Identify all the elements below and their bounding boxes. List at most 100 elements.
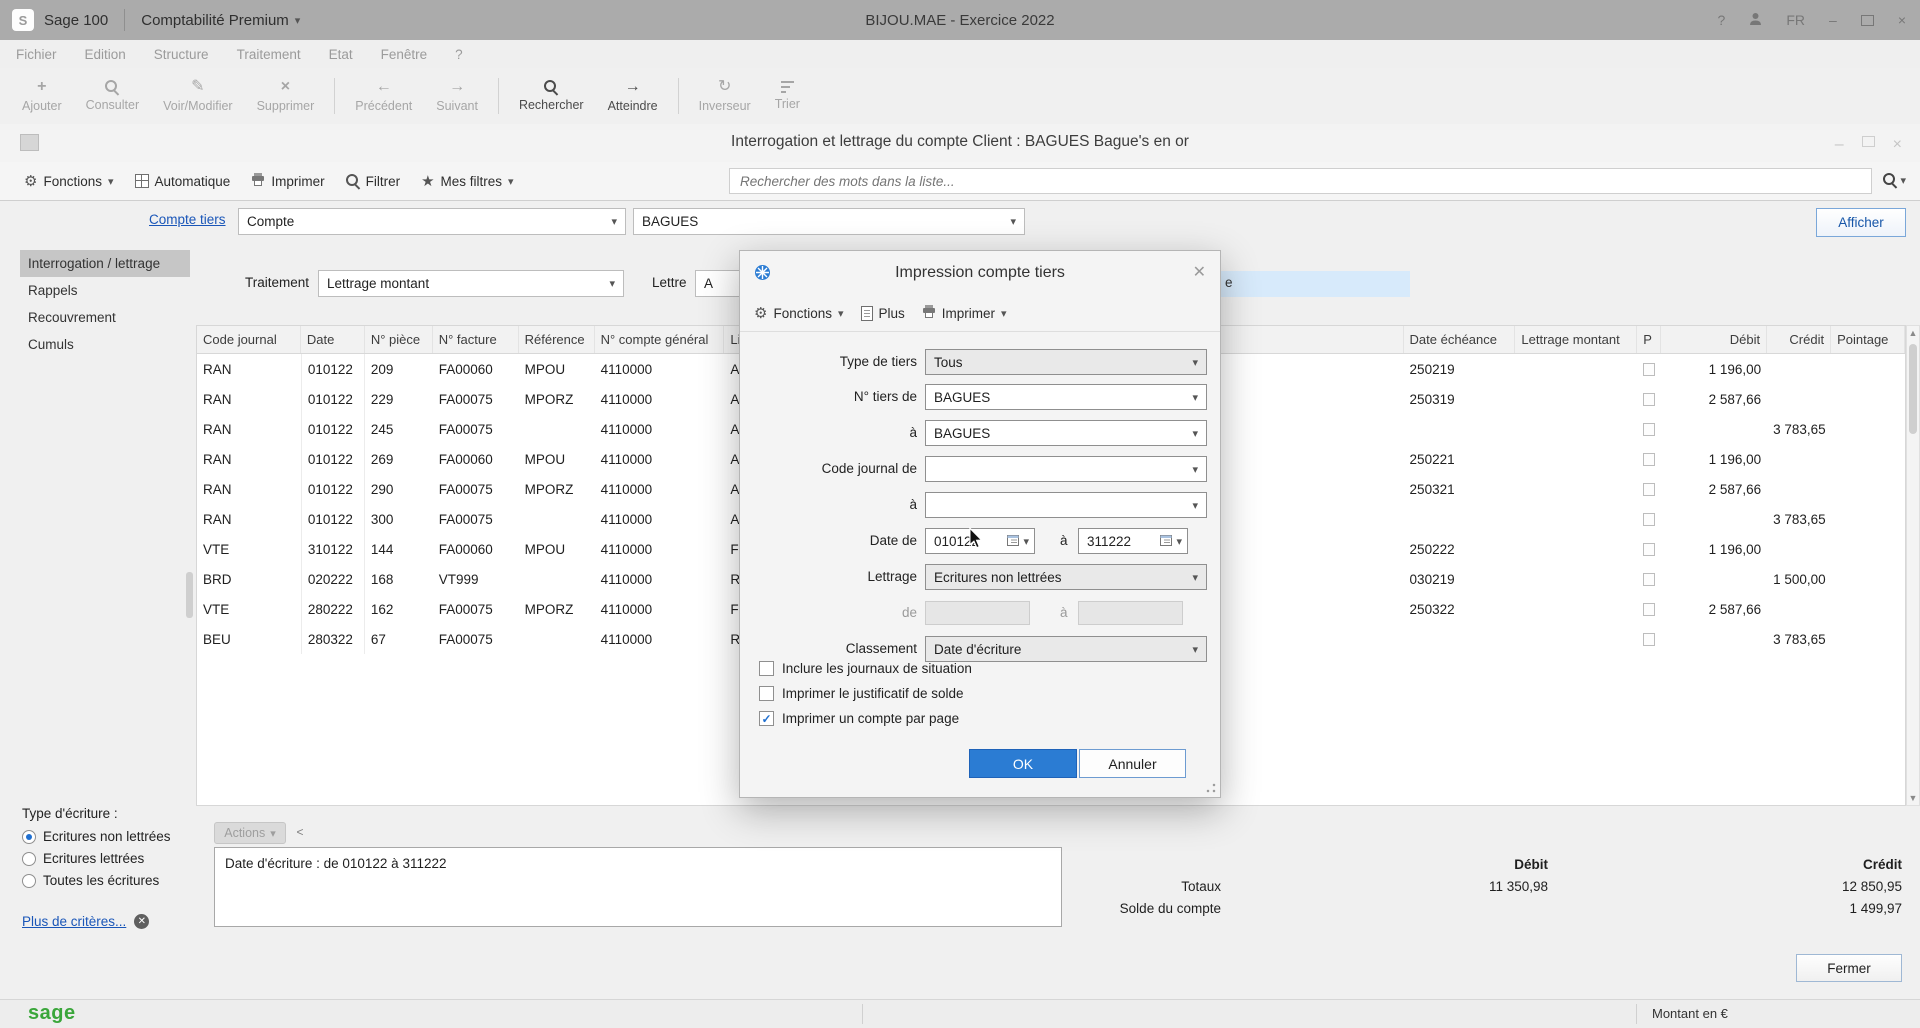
radio-toutes-les-critures[interactable]: Toutes les écritures [22, 873, 194, 888]
toolbar-pr-c-dent[interactable]: ←Précédent [343, 68, 424, 124]
checkbox-inclure-les-journaux-de-situation[interactable]: Inclure les journaux de situation [759, 661, 972, 676]
search-input[interactable] [730, 169, 1871, 193]
toolbar-inverseur[interactable]: ↻Inverseur [687, 68, 763, 124]
column-header-p[interactable]: P [1637, 326, 1661, 353]
annuler-button[interactable]: Annuler [1079, 749, 1186, 778]
automatique-button[interactable]: Automatique [135, 174, 231, 189]
close-icon[interactable]: × [1893, 136, 1902, 154]
fermer-button[interactable]: Fermer [1796, 954, 1902, 982]
tiers-a-select[interactable]: BAGUES▾ [925, 420, 1207, 446]
menu-item-fichier[interactable]: Fichier [16, 47, 57, 62]
calendar-icon[interactable] [1160, 534, 1172, 549]
column-header-n-pi-ce[interactable]: N° pièce [365, 326, 433, 353]
clear-criteria-icon[interactable]: ✕ [134, 914, 149, 929]
maximize-icon[interactable] [1862, 136, 1875, 147]
sidebar-item-cumuls[interactable]: Cumuls [20, 331, 190, 358]
actions-button[interactable]: Actions▾ [214, 822, 286, 844]
minimize-icon[interactable]: – [1835, 136, 1844, 154]
menu-item-etat[interactable]: Etat [329, 47, 353, 62]
traitement-select[interactable]: Lettrage montant▾ [318, 270, 624, 297]
account-number-select[interactable]: BAGUES▾ [633, 208, 1025, 235]
pointage-checkbox[interactable] [1643, 393, 1655, 406]
vertical-scrollbar[interactable]: ▲ ▼ [1906, 325, 1920, 806]
pointage-checkbox[interactable] [1643, 633, 1655, 646]
radio-icon[interactable] [22, 874, 36, 888]
minimize-icon[interactable]: – [1829, 12, 1837, 28]
close-icon[interactable]: × [1898, 12, 1906, 28]
toolbar-atteindre[interactable]: →Atteindre [596, 68, 670, 124]
radio-icon[interactable] [22, 852, 36, 866]
fonctions-menu[interactable]: ⚙ Fonctions▾ [24, 172, 114, 190]
radio-icon[interactable] [22, 830, 36, 844]
scroll-up-icon[interactable]: ▲ [1907, 328, 1919, 338]
close-icon[interactable]: ✕ [1193, 262, 1206, 282]
classement-select[interactable]: Date d'écriture▾ [925, 636, 1207, 662]
pointage-checkbox[interactable] [1643, 453, 1655, 466]
menu-item-traitement[interactable]: Traitement [237, 47, 301, 62]
pointage-checkbox[interactable] [1643, 483, 1655, 496]
language-indicator[interactable]: FR [1786, 12, 1805, 28]
module-switcher[interactable]: Comptabilité Premium▾ [141, 12, 300, 29]
dialog-plus-button[interactable]: Plus [861, 306, 905, 321]
lettrage-select[interactable]: Ecritures non lettrées▾ [925, 564, 1207, 590]
menu-item-structure[interactable]: Structure [154, 47, 209, 62]
toolbar-trier[interactable]: Trier [763, 68, 812, 124]
pointage-checkbox[interactable] [1643, 423, 1655, 436]
dialog-imprimer-menu[interactable]: Imprimer▾ [922, 305, 1007, 321]
calendar-icon[interactable] [1007, 534, 1019, 549]
filtrer-button[interactable]: Filtrer [346, 174, 401, 189]
column-header-n-compte-g-n-ral[interactable]: N° compte général [595, 326, 725, 353]
toolbar-ajouter[interactable]: +Ajouter [10, 68, 74, 124]
dialog-fonctions-menu[interactable]: ⚙ Fonctions▾ [754, 304, 844, 322]
pointage-checkbox[interactable] [1643, 603, 1655, 616]
pointage-checkbox[interactable] [1643, 363, 1655, 376]
compte-tiers-link[interactable]: Compte tiers [149, 212, 226, 227]
column-header-date-ch-ance[interactable]: Date échéance [1404, 326, 1516, 353]
resize-grip[interactable] [1206, 783, 1216, 793]
imprimer-button[interactable]: Imprimer [251, 173, 324, 189]
checkbox-imprimer-un-compte-par-page[interactable]: ✓Imprimer un compte par page [759, 711, 972, 726]
column-header-r-f-rence[interactable]: Référence [519, 326, 595, 353]
scrollbar-thumb[interactable] [1909, 344, 1917, 434]
column-header-cr-dit[interactable]: Crédit [1767, 326, 1831, 353]
plus-criteres-link[interactable]: Plus de critères... [22, 914, 126, 929]
type-tiers-select[interactable]: Tous▾ [925, 349, 1207, 375]
toolbar-suivant[interactable]: →Suivant [424, 68, 490, 124]
mes-filtres-menu[interactable]: ★ Mes filtres▾ [421, 172, 514, 190]
checkbox-checked-icon[interactable]: ✓ [759, 711, 774, 726]
tiers-de-select[interactable]: BAGUES▾ [925, 384, 1207, 410]
column-header-n-facture[interactable]: N° facture [433, 326, 519, 353]
toolbar-consulter[interactable]: Consulter [74, 68, 152, 124]
column-header-d-bit[interactable]: Débit [1661, 326, 1767, 353]
account-type-select[interactable]: Compte▾ [238, 208, 626, 235]
radio-ecritures-non-lettr-es[interactable]: Ecritures non lettrées [22, 829, 194, 844]
toolbar-voir-modifier[interactable]: ✎Voir/Modifier [151, 68, 244, 124]
user-icon[interactable] [1749, 12, 1762, 29]
pointage-checkbox[interactable] [1643, 573, 1655, 586]
pointage-checkbox[interactable] [1643, 513, 1655, 526]
checkbox-imprimer-le-justificatif-de-solde[interactable]: Imprimer le justificatif de solde [759, 686, 972, 701]
splitter-handle[interactable] [186, 572, 193, 618]
checkbox-icon[interactable] [759, 686, 774, 701]
radio-ecritures-lettr-es[interactable]: Ecritures lettrées [22, 851, 194, 866]
column-header-code-journal[interactable]: Code journal [197, 326, 301, 353]
menu-item-fen-tre[interactable]: Fenêtre [381, 47, 428, 62]
column-header-date[interactable]: Date [301, 326, 365, 353]
afficher-button[interactable]: Afficher [1816, 208, 1906, 237]
maximize-icon[interactable] [1861, 15, 1874, 26]
toolbar-rechercher[interactable]: Rechercher [507, 68, 596, 124]
search-button[interactable]: ▾ [1883, 173, 1906, 187]
menu-item-item[interactable]: ? [455, 47, 463, 62]
scroll-down-icon[interactable]: ▼ [1907, 793, 1919, 803]
column-header-pointage[interactable]: Pointage [1831, 326, 1905, 353]
pointage-checkbox[interactable] [1643, 543, 1655, 556]
help-icon[interactable]: ? [1718, 12, 1726, 28]
menu-item-edition[interactable]: Edition [85, 47, 126, 62]
ok-button[interactable]: OK [969, 749, 1077, 778]
journal-de-select[interactable]: ▾ [925, 456, 1207, 482]
column-header-lettrage-montant[interactable]: Lettrage montant [1515, 326, 1637, 353]
toolbar-supprimer[interactable]: ×Supprimer [245, 68, 327, 124]
checkbox-icon[interactable] [759, 661, 774, 676]
sidebar-item-recouvrement[interactable]: Recouvrement [20, 304, 190, 331]
journal-a-select[interactable]: ▾ [925, 492, 1207, 518]
